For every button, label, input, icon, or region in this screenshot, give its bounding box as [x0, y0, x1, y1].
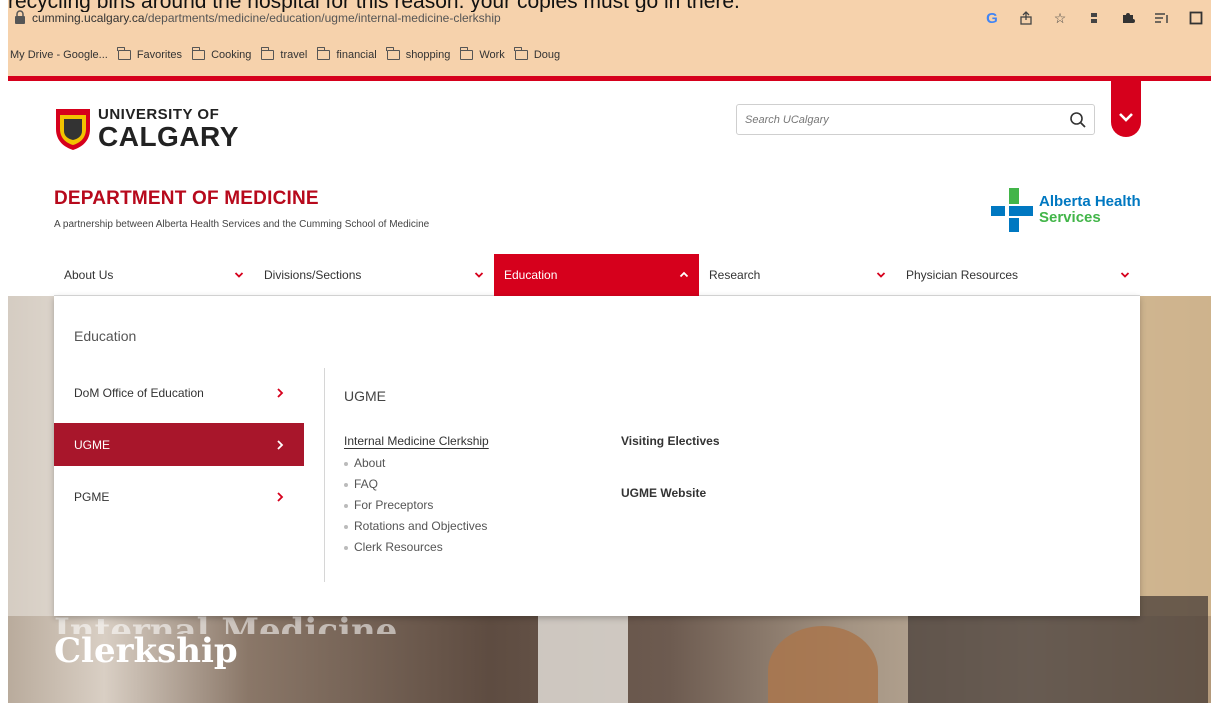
alberta-health-services-logo[interactable]: Alberta Health Services	[991, 188, 1141, 232]
bookmark-label: travel	[280, 49, 308, 61]
dropdown-side-menu: DoM Office of Education UGME PGME	[54, 371, 304, 527]
chevron-down-icon	[1119, 113, 1133, 122]
hero-shape	[1138, 296, 1211, 616]
hero-shape	[538, 606, 628, 703]
lock-icon	[15, 10, 25, 24]
nav-about-us[interactable]: About Us	[54, 254, 254, 296]
partner-line1: Alberta Health	[1039, 193, 1141, 211]
sublink-about[interactable]: About	[344, 456, 489, 477]
hero-shape	[768, 626, 878, 703]
crest-icon	[56, 109, 90, 150]
clerkship-column: Internal Medicine Clerkship About FAQ Fo…	[344, 434, 489, 561]
logo-line1: UNIVERSITY OF	[98, 106, 220, 123]
bookmark-label: shopping	[405, 49, 451, 61]
folder-icon	[191, 47, 206, 60]
nav-label: Education	[504, 268, 558, 282]
chevron-right-icon	[277, 491, 284, 502]
sublink-clerk-resources[interactable]: Clerk Resources	[344, 540, 489, 561]
bookmarks-bar: My Drive - Google... Favorites Cooking t…	[8, 40, 1211, 70]
ahs-cross-icon	[991, 188, 1033, 232]
side-item-ugme[interactable]: UGME	[54, 423, 304, 466]
sublink-faq[interactable]: FAQ	[344, 477, 489, 498]
bookmark-travel[interactable]: travel	[260, 47, 308, 61]
bookmark-label: financial	[336, 49, 377, 61]
bookmark-label: Favorites	[136, 49, 183, 61]
nav-label: Physician Resources	[906, 268, 1019, 282]
bookmark-label: Work	[479, 49, 505, 61]
chevron-down-icon	[474, 272, 484, 278]
chevron-down-icon	[1120, 272, 1130, 278]
hero-title-line2: Clerkship	[54, 631, 238, 671]
nav-research[interactable]: Research	[699, 254, 896, 296]
url-host: cumming.ucalgary.ca	[32, 11, 145, 25]
bookmark-label: Cooking	[211, 49, 252, 61]
education-dropdown-panel: Education DoM Office of Education UGME P…	[54, 296, 1140, 616]
ugme-links-column: Visiting Electives UGME Website	[621, 434, 720, 500]
ugme-website-link[interactable]: UGME Website	[621, 486, 720, 500]
url-path: /departments/medicine/education/ugme/int…	[144, 11, 501, 25]
nav-label: Divisions/Sections	[264, 268, 362, 282]
bookmark-label: Doug	[533, 49, 561, 61]
side-item-label: UGME	[74, 437, 110, 452]
document-caption: recycling bins around the hospital for t…	[8, 0, 740, 12]
partner-line2: Services	[1039, 209, 1101, 226]
visiting-electives-link[interactable]: Visiting Electives	[621, 434, 720, 448]
search-box	[736, 104, 1095, 135]
header-accent-rule	[8, 76, 1211, 81]
sublink-for-preceptors[interactable]: For Preceptors	[344, 498, 489, 519]
url-text[interactable]: cumming.ucalgary.ca/departments/medicine…	[32, 11, 501, 25]
bookmark-work[interactable]: Work	[459, 47, 505, 61]
dropdown-heading[interactable]: Education	[74, 328, 136, 344]
internal-medicine-clerkship-link[interactable]: Internal Medicine Clerkship	[344, 434, 489, 448]
bookmark-my-drive[interactable]: My Drive - Google...	[10, 49, 108, 61]
logo-line2: CALGARY	[98, 121, 239, 152]
bookmark-shopping[interactable]: shopping	[386, 47, 451, 61]
nav-label: About Us	[64, 268, 114, 282]
department-subtitle: A partnership between Alberta Health Ser…	[54, 219, 430, 230]
search-input[interactable]	[737, 105, 1057, 134]
browser-chrome: cumming.ucalgary.ca/departments/medicine…	[8, 0, 1211, 80]
chevron-down-icon	[234, 272, 244, 278]
bookmark-label: My Drive - Google...	[10, 49, 108, 61]
ugme-heading[interactable]: UGME	[344, 388, 386, 404]
site-menu-toggle[interactable]	[1111, 81, 1141, 137]
folder-icon	[117, 47, 131, 60]
nav-education[interactable]: Education	[494, 254, 699, 296]
folder-icon	[316, 47, 331, 60]
clerkship-sublist: About FAQ For Preceptors Rotations and O…	[344, 456, 489, 561]
side-item-label: PGME	[74, 489, 110, 504]
folder-icon	[260, 47, 275, 60]
department-title[interactable]: DEPARTMENT OF MEDICINE	[54, 188, 319, 210]
chevron-up-icon	[679, 271, 689, 278]
nav-label: Research	[709, 268, 761, 282]
chevron-right-icon	[277, 387, 284, 398]
bookmark-financial[interactable]: financial	[316, 47, 377, 61]
ucalgary-logo[interactable]: UNIVERSITY OF CALGARY	[54, 107, 239, 151]
main-nav: About Us Divisions/Sections Education Re…	[54, 254, 1140, 296]
folder-icon	[386, 47, 400, 60]
side-item-dom-office-of-education[interactable]: DoM Office of Education	[54, 371, 304, 414]
chevron-down-icon	[876, 272, 886, 278]
folder-icon	[459, 47, 474, 60]
nav-divisions-sections[interactable]: Divisions/Sections	[254, 254, 494, 296]
sublink-rotations-and-objectives[interactable]: Rotations and Objectives	[344, 519, 489, 540]
folder-icon	[514, 47, 528, 60]
column-divider	[324, 368, 325, 582]
bookmark-favorites[interactable]: Favorites	[117, 47, 183, 61]
chevron-right-icon	[277, 439, 284, 450]
hero-title: Internal Medicine Clerkship	[54, 614, 397, 670]
nav-physician-resources[interactable]: Physician Resources	[896, 254, 1140, 296]
bookmark-doug[interactable]: Doug	[514, 47, 561, 61]
side-item-pgme[interactable]: PGME	[54, 475, 304, 518]
side-item-label: DoM Office of Education	[74, 385, 204, 400]
bookmark-cooking[interactable]: Cooking	[191, 47, 252, 61]
search-icon[interactable]	[1068, 110, 1088, 130]
